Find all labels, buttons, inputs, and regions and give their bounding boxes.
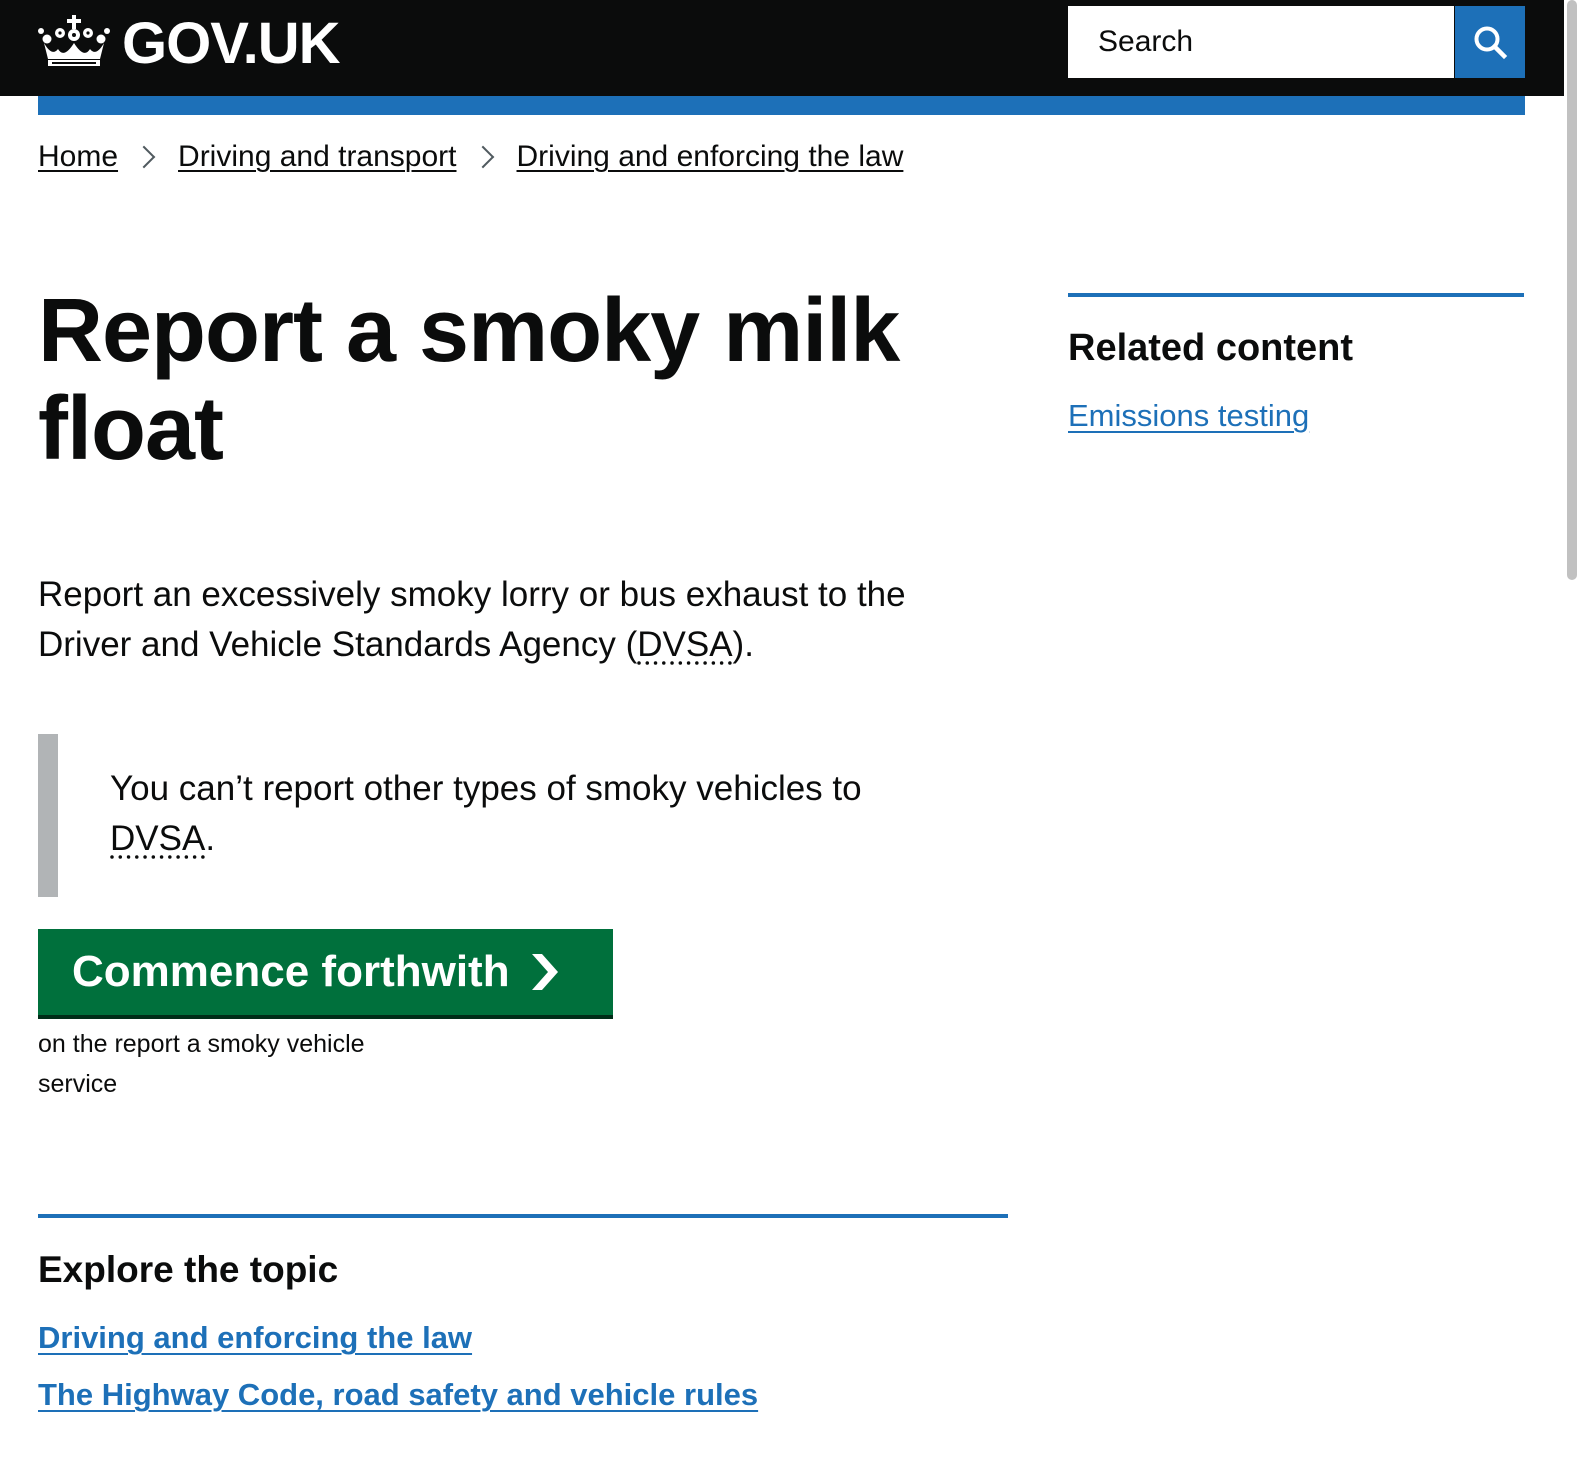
start-button-label: Commence forthwith: [72, 947, 510, 996]
site-logo[interactable]: GOV.UK: [122, 10, 340, 78]
inset-text: You can’t report other types of smoky ve…: [38, 734, 958, 897]
search-button[interactable]: [1455, 6, 1525, 78]
crown-icon[interactable]: [38, 13, 110, 67]
chevron-right-icon: [471, 145, 494, 169]
explore-divider: [38, 1214, 1008, 1218]
header-accent-bar: [38, 96, 1525, 115]
start-button-subtext: on the report a smoky vehicle service: [38, 1030, 365, 1098]
inset-paragraph: You can’t report other types of smoky ve…: [110, 764, 950, 864]
chevron-right-icon: [531, 954, 558, 990]
inset-text-end: .: [205, 819, 216, 858]
search-input[interactable]: [1068, 6, 1454, 78]
related-link-emissions-testing[interactable]: Emissions testing: [1068, 398, 1309, 434]
explore-link-highway-code[interactable]: The Highway Code, road safety and vehicl…: [38, 1377, 758, 1413]
search-icon: [1474, 26, 1508, 60]
chevron-right-icon: [132, 145, 156, 169]
inset-text-body: You can’t report other types of smoky ve…: [110, 769, 862, 808]
lead-text: Report an excessively smoky lorry or bus…: [38, 575, 906, 664]
explore-heading: Explore the topic: [38, 1249, 339, 1290]
related-divider: [1068, 293, 1524, 297]
breadcrumb-home[interactable]: Home: [38, 140, 118, 174]
start-button[interactable]: Commence forthwith: [38, 929, 613, 1015]
site-header: GOV.UK: [0, 0, 1564, 96]
dvsa-abbr: DVSA: [110, 819, 206, 858]
related-heading: Related content: [1068, 327, 1354, 369]
lead-paragraph: Report an excessively smoky lorry or bus…: [38, 570, 998, 670]
page-title: Report a smoky milk float: [38, 281, 900, 479]
breadcrumb-driving-and-enforcing-the-law[interactable]: Driving and enforcing the law: [517, 140, 904, 174]
explore-link-driving-law[interactable]: Driving and enforcing the law: [38, 1320, 472, 1356]
breadcrumb-driving-and-transport[interactable]: Driving and transport: [178, 140, 456, 174]
dvsa-abbr: DVSA: [637, 625, 733, 664]
lead-text-end: ).: [732, 625, 754, 664]
breadcrumb: Home Driving and transport Driving and e…: [38, 140, 903, 174]
scrollbar-thumb[interactable]: [1567, 0, 1577, 580]
